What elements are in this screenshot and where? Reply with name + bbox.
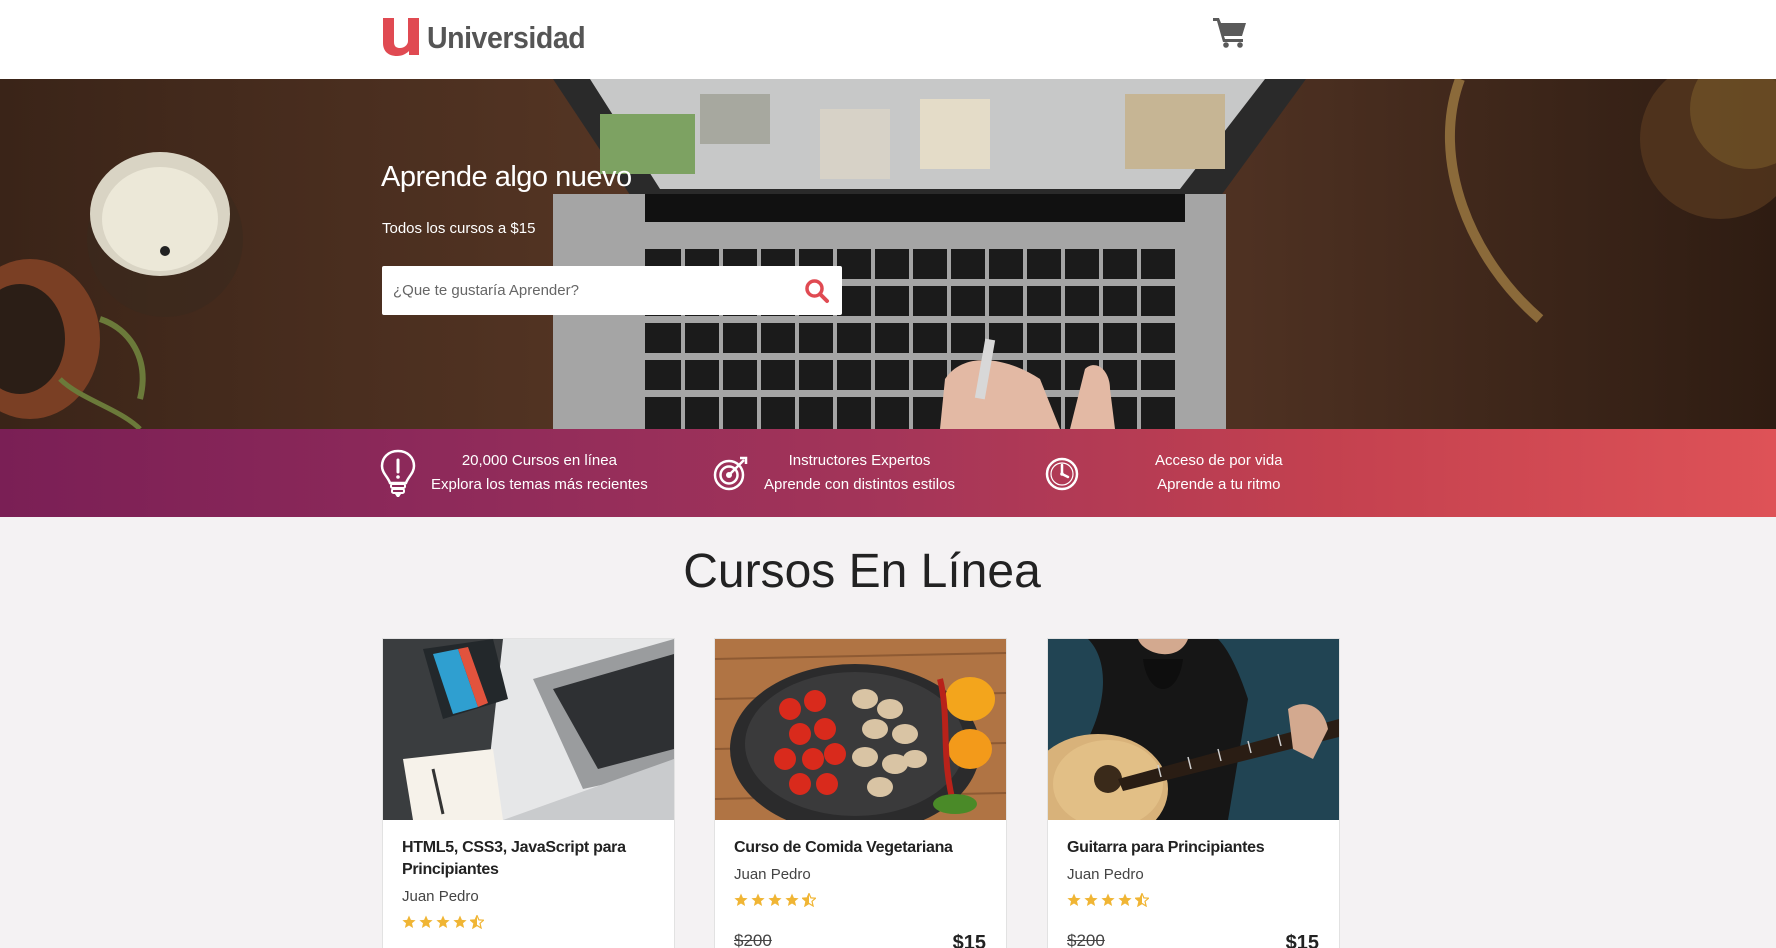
star-icon — [1084, 893, 1098, 906]
star-icon — [768, 893, 782, 906]
hero-background-image — [0, 79, 1776, 429]
course-title[interactable]: HTML5, CSS3, JavaScript para Principiant… — [402, 837, 662, 881]
star-icon — [1101, 893, 1115, 906]
search-input[interactable] — [382, 266, 782, 315]
feature-access: Acceso de por vida Aprende a tu ritmo — [1045, 429, 1283, 517]
cart-icon[interactable] — [1213, 16, 1247, 48]
logo-text: Universidad — [427, 20, 586, 55]
course-price: $15 — [1285, 932, 1319, 948]
star-icon — [734, 893, 748, 906]
site-header: Universidad — [0, 0, 1776, 79]
hero-title: Aprende algo nuevo — [381, 161, 632, 193]
rating-stars — [734, 893, 819, 909]
logo-u-icon — [383, 18, 419, 56]
star-icon — [785, 893, 799, 906]
target-icon — [713, 456, 748, 491]
course-card[interactable]: HTML5, CSS3, JavaScript para Principiant… — [382, 638, 675, 948]
course-title[interactable]: Guitarra para Principiantes — [1067, 837, 1327, 859]
rating-stars — [402, 915, 487, 931]
feature-line1: Instructores Expertos — [788, 452, 931, 469]
lightbulb-icon — [380, 449, 416, 497]
course-author: Juan Pedro — [402, 888, 479, 905]
feature-line1: Acceso de por vida — [1155, 452, 1283, 469]
courses-section-title: Cursos En Línea — [683, 545, 1041, 598]
feature-text: Instructores Expertos Aprende con distin… — [764, 449, 955, 497]
feature-courses: 20,000 Cursos en línea Explora los temas… — [379, 429, 648, 517]
course-card[interactable]: Guitarra para Principiantes Juan Pedro $… — [1047, 638, 1340, 948]
star-half-icon — [1135, 893, 1149, 907]
feature-line2: Aprende a tu ritmo — [1157, 476, 1281, 493]
course-author: Juan Pedro — [734, 866, 811, 883]
logo[interactable]: Universidad — [381, 18, 599, 56]
star-icon — [1067, 893, 1081, 906]
course-card[interactable]: Curso de Comida Vegetariana Juan Pedro $… — [714, 638, 1007, 948]
course-image-vegetarian[interactable] — [715, 639, 1006, 820]
old-price: $200 — [734, 931, 772, 948]
search-box — [382, 266, 842, 315]
feature-line2: Aprende con distintos estilos — [764, 476, 955, 493]
feature-instructors: Instructores Expertos Aprende con distin… — [712, 429, 955, 517]
star-icon — [419, 915, 433, 928]
feature-text: 20,000 Cursos en línea Explora los temas… — [431, 449, 648, 497]
clock-icon — [1045, 457, 1079, 491]
hero-banner: Aprende algo nuevo Todos los cursos a $1… — [0, 79, 1776, 429]
star-half-icon — [470, 915, 484, 929]
star-icon — [436, 915, 450, 928]
course-author: Juan Pedro — [1067, 866, 1144, 883]
old-price: $200 — [1067, 931, 1105, 948]
course-image-html[interactable] — [383, 639, 674, 820]
rating-stars — [1067, 893, 1152, 909]
star-icon — [453, 915, 467, 928]
course-image-guitar[interactable] — [1048, 639, 1339, 820]
feature-text: Acceso de por vida Aprende a tu ritmo — [1155, 449, 1283, 497]
star-icon — [751, 893, 765, 906]
course-title[interactable]: Curso de Comida Vegetariana — [734, 837, 994, 859]
hero-subtitle: Todos los cursos a $15 — [382, 220, 536, 237]
features-bar: 20,000 Cursos en línea Explora los temas… — [0, 429, 1776, 517]
search-icon[interactable] — [804, 278, 830, 304]
feature-line2: Explora los temas más recientes — [431, 476, 648, 493]
course-price: $15 — [952, 932, 986, 948]
feature-line1: 20,000 Cursos en línea — [461, 452, 617, 469]
star-half-icon — [802, 893, 816, 907]
star-icon — [1118, 893, 1132, 906]
star-icon — [402, 915, 416, 928]
